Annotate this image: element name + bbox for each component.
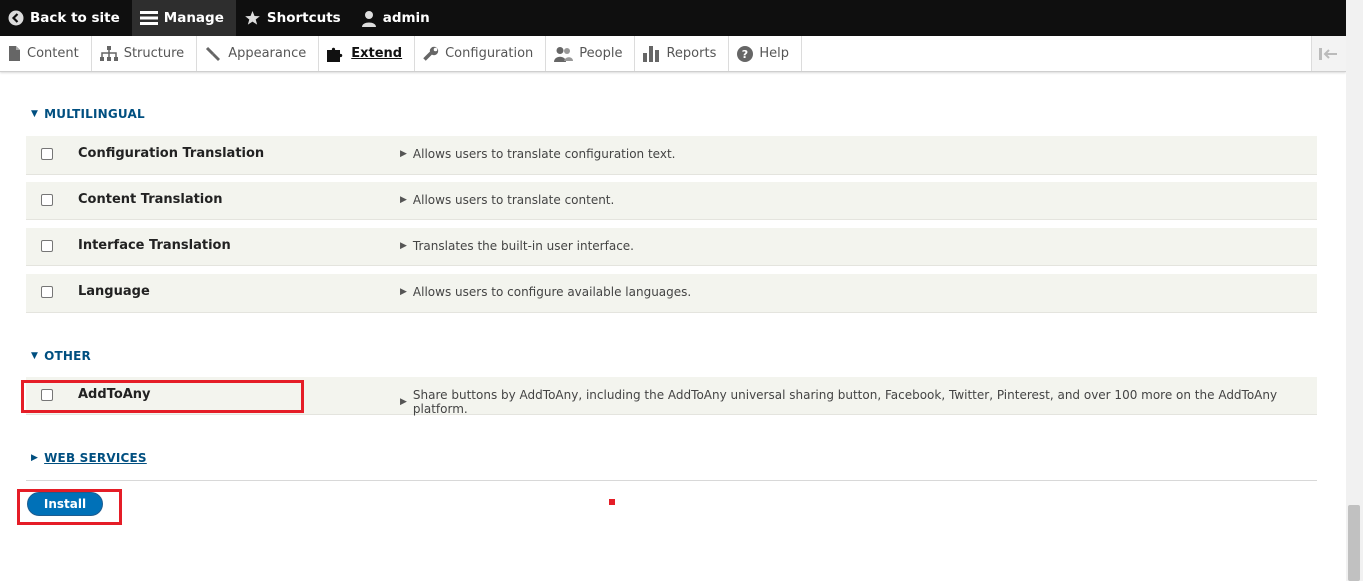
module-checkbox[interactable] (41, 194, 53, 206)
tray-item-label: Configuration (445, 46, 534, 61)
module-row: Interface Translation ▶ Translates the b… (26, 228, 1317, 266)
module-name[interactable]: Configuration Translation (78, 146, 264, 161)
tray-item-label: Structure (123, 46, 185, 61)
brush-icon (206, 46, 221, 61)
tray-item-appearance[interactable]: Appearance (197, 36, 320, 71)
module-name[interactable]: Interface Translation (78, 238, 231, 253)
sitemap-icon (99, 46, 118, 61)
hamburger-icon (139, 11, 158, 25)
tray-spacer (802, 36, 1311, 71)
triangle-right-icon: ▶ (400, 241, 407, 251)
module-checkbox[interactable] (41, 286, 53, 298)
module-name[interactable]: Language (78, 284, 150, 299)
admin-tray: Content Structure Appearance Extend Conf… (0, 36, 1346, 72)
module-description: Translates the built-in user interface. (412, 239, 634, 253)
file-icon (9, 46, 20, 61)
module-description: Allows users to translate configuration … (412, 147, 676, 161)
tray-item-label: Extend (351, 46, 403, 61)
people-icon (554, 46, 574, 62)
divider (26, 480, 1317, 481)
user-icon (361, 10, 376, 27)
tray-item-content[interactable]: Content (0, 36, 92, 71)
tray-item-label: Reports (666, 46, 717, 61)
admin-toolbar: Back to site Manage Shortcuts admin (0, 0, 1346, 36)
user-label: admin (382, 10, 430, 26)
section-title: OTHER (44, 349, 91, 363)
module-description: Allows users to translate content. (412, 193, 615, 207)
shortcuts-label: Shortcuts (266, 10, 341, 26)
puzzle-icon (327, 47, 343, 62)
module-description-toggle[interactable]: ▶ Allows users to translate content. (400, 193, 614, 207)
tray-orientation-toggle[interactable] (1311, 36, 1346, 71)
section-title: WEB SERVICES (44, 451, 147, 465)
vertical-scrollbar[interactable] (1346, 0, 1363, 581)
triangle-right-icon: ▶ (31, 453, 39, 463)
triangle-right-icon: ▶ (400, 149, 407, 159)
back-to-site-link[interactable]: Back to site (0, 0, 132, 36)
help-icon: ? (737, 45, 754, 62)
back-to-site-label: Back to site (30, 10, 120, 26)
user-tab[interactable]: admin (353, 0, 442, 36)
triangle-right-icon: ▶ (400, 397, 407, 407)
tray-item-configuration[interactable]: Configuration (415, 36, 547, 71)
tray-item-extend[interactable]: Extend (319, 36, 416, 71)
highlight-box-install (17, 489, 122, 525)
star-icon (245, 11, 260, 25)
module-row: Content Translation ▶ Allows users to tr… (26, 182, 1317, 220)
triangle-down-icon: ▼ (31, 351, 39, 361)
tray-item-label: Appearance (228, 46, 307, 61)
tray-item-help[interactable]: ? Help (729, 36, 802, 71)
bar-chart-icon (643, 45, 660, 62)
section-toggle-other[interactable]: ▼ OTHER (31, 349, 91, 363)
triangle-right-icon: ▶ (400, 195, 407, 205)
module-description-toggle[interactable]: ▶ Allows users to configure available la… (400, 285, 691, 299)
module-description: Share buttons by AddToAny, including the… (412, 388, 1278, 416)
back-arrow-icon (8, 10, 24, 26)
scrollbar-thumb[interactable] (1348, 505, 1360, 581)
shortcuts-tab[interactable]: Shortcuts (236, 0, 353, 36)
manage-label: Manage (163, 10, 224, 26)
module-row: Language ▶ Allows users to configure ava… (26, 274, 1317, 313)
module-name[interactable]: Content Translation (78, 192, 222, 207)
tray-item-label: People (579, 46, 623, 61)
manage-tab[interactable]: Manage (131, 0, 236, 36)
tray-item-people[interactable]: People (546, 36, 636, 71)
svg-text:?: ? (742, 48, 748, 61)
annotation-dot (609, 499, 615, 505)
section-toggle-web-services[interactable]: ▶ WEB SERVICES (31, 451, 147, 465)
tray-item-reports[interactable]: Reports (635, 36, 730, 71)
tray-item-label: Help (759, 46, 789, 61)
highlight-box-addtoany (21, 380, 304, 413)
module-checkbox[interactable] (41, 148, 53, 160)
module-description: Allows users to configure available lang… (412, 285, 692, 299)
module-checkbox[interactable] (41, 240, 53, 252)
triangle-right-icon: ▶ (400, 287, 407, 297)
module-row: Configuration Translation ▶ Allows users… (26, 136, 1317, 175)
collapse-left-icon (1319, 47, 1337, 60)
tray-item-label: Content (27, 46, 79, 61)
section-toggle-multilingual[interactable]: ▼ MULTILINGUAL (31, 107, 145, 121)
tray-item-structure[interactable]: Structure (92, 36, 198, 71)
module-description-toggle[interactable]: ▶ Share buttons by AddToAny, including t… (400, 388, 1317, 416)
wrench-icon (423, 46, 439, 61)
section-title: MULTILINGUAL (44, 107, 145, 121)
triangle-down-icon: ▼ (31, 109, 39, 119)
module-description-toggle[interactable]: ▶ Translates the built-in user interface… (400, 239, 634, 253)
module-description-toggle[interactable]: ▶ Allows users to translate configuratio… (400, 147, 675, 161)
